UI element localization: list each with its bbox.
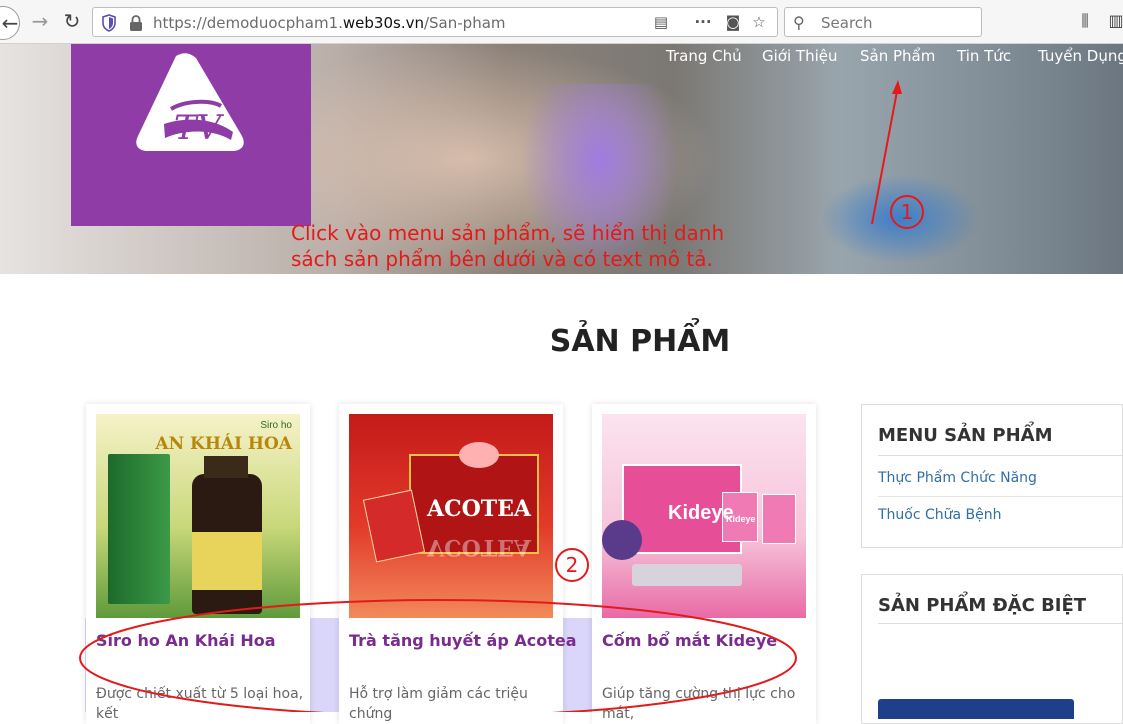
divider (878, 623, 1122, 624)
special-products-box: SẢN PHẨM ĐẶC BIỆT (861, 574, 1123, 724)
product-image-3[interactable]: Kideye Kideye (602, 414, 806, 618)
url-bar[interactable]: https://demoduocpham1.web30s.vn/San-pham… (92, 7, 778, 37)
product-image-1[interactable]: Siro ho AN KHÁI HOA (96, 414, 300, 618)
back-button[interactable]: ← (0, 6, 20, 40)
forward-button[interactable]: → (27, 8, 53, 34)
pocket-icon[interactable]: ◙ (723, 12, 743, 32)
url-text[interactable]: https://demoduocpham1.web30s.vn/San-pham (153, 14, 506, 32)
reader-view-icon[interactable]: ▤ (651, 12, 671, 32)
special-product-image[interactable] (878, 699, 1074, 719)
shield-icon[interactable] (101, 14, 117, 32)
product-image-1-label-small: Siro ho (260, 420, 292, 431)
product-menu-box: MENU SẢN PHẨM Thực Phẩm Chức Năng Thuốc … (861, 404, 1123, 548)
product-menu-title: MENU SẢN PHẨM (878, 425, 1053, 446)
divider (878, 455, 1122, 456)
product-desc-3: Giúp tăng cường thị lực cho mắt, (602, 686, 796, 722)
product-desc-2: Hỗ trợ làm giảm các triệu chứng (349, 686, 528, 722)
product-card-1[interactable]: Siro ho AN KHÁI HOA Siro ho An Khái Hoa … (86, 404, 310, 724)
reload-button[interactable]: ↻ (59, 8, 85, 34)
step-2-marker: 2 (555, 548, 589, 582)
product-image-3-label-small: Kideye (726, 514, 756, 524)
step-1-marker: 1 (890, 195, 924, 229)
product-name-2[interactable]: Trà tăng huyết áp Acotea (349, 631, 577, 650)
divider (878, 496, 1122, 497)
search-icon: ⚲ (793, 15, 805, 32)
product-name-3[interactable]: Cốm bổ mắt Kideye (602, 631, 777, 650)
product-desc-1: Được chiết xuất từ 5 loại hoa, kết (96, 686, 304, 722)
hero-banner: TV Trang Chủ Giới Thiệu Sản Phẩm Tin Tức… (0, 44, 1123, 274)
search-bar[interactable]: ⚲ Search (784, 7, 982, 37)
product-image-3-label: Kideye (668, 502, 734, 524)
product-card-2[interactable]: ACOTEA VCOTEA Trà tăng huyết áp Acotea H… (339, 404, 577, 724)
product-image-2[interactable]: ACOTEA VCOTEA (349, 414, 553, 618)
lock-icon[interactable] (129, 14, 143, 32)
product-card-3[interactable]: Kideye Kideye Cốm bổ mắt Kideye Giúp tăn… (592, 404, 816, 724)
more-actions-icon[interactable]: ··· (693, 12, 713, 32)
product-image-2-label: ACOTEA (427, 496, 531, 522)
menu-item-functional-food[interactable]: Thực Phẩm Chức Năng (878, 470, 1037, 486)
page-title: SẢN PHẨM (549, 324, 731, 359)
back-arrow-icon: ← (1, 11, 19, 35)
product-image-1-label: AN KHÁI HOA (155, 434, 292, 454)
special-products-title: SẢN PHẨM ĐẶC BIỆT (878, 595, 1087, 616)
menu-item-medicine[interactable]: Thuốc Chữa Bệnh (878, 507, 1002, 523)
product-name-1[interactable]: Siro ho An Khái Hoa (96, 631, 276, 650)
product-image-2-reflection: VCOTEA (427, 534, 531, 560)
bookmark-star-icon[interactable]: ☆ (749, 12, 769, 32)
annotation-arrow (871, 80, 902, 225)
search-placeholder: Search (821, 14, 873, 32)
library-icon[interactable]: ⫼ (1072, 8, 1098, 34)
sidebar-toggle-icon[interactable]: ▥ (1103, 8, 1123, 34)
browser-toolbar: ← → ↻ https://demoduocpham1.web30s.vn/Sa… (0, 0, 1123, 44)
